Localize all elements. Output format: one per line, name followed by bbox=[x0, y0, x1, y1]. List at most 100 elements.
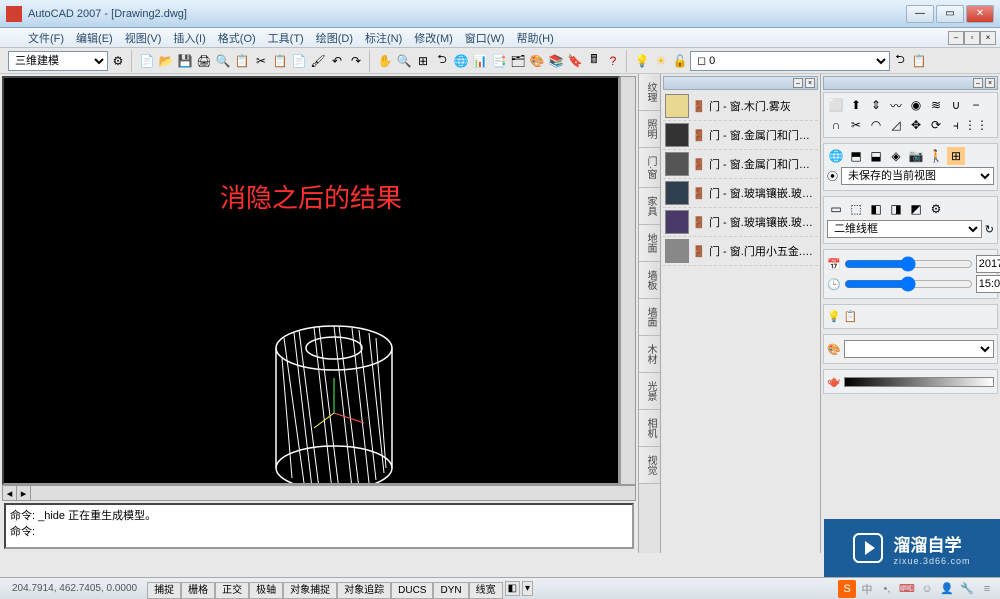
status-toggle-对象追踪[interactable]: 对象追踪 bbox=[337, 582, 391, 599]
status-toggle-捕捉[interactable]: 捕捉 bbox=[147, 582, 181, 599]
zoom-realtime-icon[interactable]: 🔍 bbox=[395, 52, 413, 70]
time-slider[interactable] bbox=[844, 277, 973, 291]
vs-refresh-icon[interactable]: ↻ bbox=[985, 223, 994, 236]
align-icon[interactable]: ⫞ bbox=[947, 116, 965, 134]
tool-palette-icon[interactable]: 🎨 bbox=[528, 52, 546, 70]
material-browser-icon[interactable]: 🎨 bbox=[827, 343, 841, 356]
side-tab-相机[interactable]: 相机 bbox=[639, 410, 660, 447]
publish-icon[interactable]: 📋 bbox=[233, 52, 251, 70]
dashboard-min-icon[interactable]: – bbox=[973, 78, 983, 88]
status-toggle-栅格[interactable]: 栅格 bbox=[181, 582, 215, 599]
bulb-icon[interactable]: 💡 bbox=[633, 52, 651, 70]
status-toggle-极轴[interactable]: 极轴 bbox=[249, 582, 283, 599]
slice-icon[interactable]: ✂ bbox=[847, 116, 865, 134]
camera-icon[interactable]: 📷 bbox=[907, 147, 925, 165]
array3d-icon[interactable]: ⋮⋮ bbox=[967, 116, 985, 134]
tray-sogou-icon[interactable]: S bbox=[838, 580, 856, 598]
menu-绘图(D)[interactable]: 绘图(D) bbox=[310, 31, 359, 47]
side-tab-门·窗[interactable]: 门·窗 bbox=[639, 148, 660, 188]
vs-3dwire-icon[interactable]: ⬚ bbox=[847, 200, 865, 218]
menu-标注(N)[interactable]: 标注(N) bbox=[359, 31, 408, 47]
lock-icon[interactable]: 🔓 bbox=[671, 52, 689, 70]
side-tab-光景[interactable]: 光景 bbox=[639, 373, 660, 410]
palette-close-icon[interactable]: × bbox=[805, 78, 815, 88]
redo-icon[interactable]: ↷ bbox=[347, 52, 365, 70]
light-type-icon[interactable]: 💡 bbox=[827, 310, 841, 323]
match-icon[interactable]: 🖌 bbox=[309, 52, 327, 70]
maximize-button[interactable]: ▭ bbox=[936, 5, 964, 23]
rotate3d-icon[interactable]: ⟳ bbox=[927, 116, 945, 134]
menu-插入(I)[interactable]: 插入(I) bbox=[167, 31, 211, 47]
pan-icon[interactable]: ✋ bbox=[376, 52, 394, 70]
box-icon[interactable]: ⬜ bbox=[827, 96, 845, 114]
annotation-scale-icon[interactable]: ▾ bbox=[522, 581, 533, 596]
cut-icon[interactable]: ✂ bbox=[252, 52, 270, 70]
move3d-icon[interactable]: ✥ bbox=[907, 116, 925, 134]
viewport-scrollbar-horizontal[interactable]: ◂ ▸ bbox=[2, 485, 636, 501]
zoom-window-icon[interactable]: ⊞ bbox=[414, 52, 432, 70]
dashboard-close-icon[interactable]: × bbox=[985, 78, 995, 88]
extrude-icon[interactable]: ⬆ bbox=[847, 96, 865, 114]
material-row[interactable]: 🚪门 - 窗.金属门和门框... bbox=[663, 150, 818, 179]
material-row[interactable]: 🚪门 - 窗.门用小五金.格... bbox=[663, 237, 818, 266]
side-tab-视觉[interactable]: 视觉 bbox=[639, 447, 660, 484]
material-row[interactable]: 🚪门 - 窗.玻璃镶嵌.玻璃... bbox=[663, 208, 818, 237]
view-top-icon[interactable]: ⬒ bbox=[847, 147, 865, 165]
time-input[interactable] bbox=[976, 275, 1000, 293]
view-front-icon[interactable]: ⬓ bbox=[867, 147, 885, 165]
tray-menu-icon[interactable]: ≡ bbox=[978, 580, 996, 598]
workspace-select[interactable]: 三维建模 bbox=[8, 51, 108, 71]
ucs-icon[interactable]: ⊞ bbox=[947, 147, 965, 165]
menu-窗口(W)[interactable]: 窗口(W) bbox=[459, 31, 511, 47]
menu-视图(V)[interactable]: 视图(V) bbox=[119, 31, 168, 47]
material-row[interactable]: 🚪门 - 窗.玻璃镶嵌.玻璃... bbox=[663, 179, 818, 208]
date-slider[interactable] bbox=[844, 257, 973, 271]
vs-conceptual-icon[interactable]: ◩ bbox=[907, 200, 925, 218]
command-line[interactable]: 命令: _hide 正在重生成模型。 命令: bbox=[4, 503, 634, 549]
workspace-settings-icon[interactable]: ⚙ bbox=[109, 52, 127, 70]
open-icon[interactable]: 📂 bbox=[157, 52, 175, 70]
orbit-icon[interactable]: 🌐 bbox=[452, 52, 470, 70]
menu-工具(T)[interactable]: 工具(T) bbox=[262, 31, 310, 47]
menu-修改(M)[interactable]: 修改(M) bbox=[408, 31, 459, 47]
side-tab-木材[interactable]: 木材 bbox=[639, 336, 660, 373]
dashboard-icon[interactable]: 📊 bbox=[471, 52, 489, 70]
viewport-scrollbar-vertical[interactable] bbox=[620, 76, 636, 485]
calc-icon[interactable]: 🖩 bbox=[585, 52, 603, 70]
zoom-prev-icon[interactable]: ⮌ bbox=[433, 52, 451, 70]
viewport[interactable]: 消隐之后的结果 bbox=[2, 76, 620, 485]
mdi-minimize[interactable]: – bbox=[948, 31, 964, 45]
menu-文件(F)[interactable]: 文件(F) bbox=[22, 31, 70, 47]
palette-min-icon[interactable]: – bbox=[793, 78, 803, 88]
undo-icon[interactable]: ↶ bbox=[328, 52, 346, 70]
revolve-icon[interactable]: ◉ bbox=[907, 96, 925, 114]
sheet-icon[interactable]: 📚 bbox=[547, 52, 565, 70]
markup-icon[interactable]: 🔖 bbox=[566, 52, 584, 70]
freeze-icon[interactable]: ☀ bbox=[652, 52, 670, 70]
view-iso-icon[interactable]: ◈ bbox=[887, 147, 905, 165]
menu-格式(O)[interactable]: 格式(O) bbox=[212, 31, 262, 47]
menu-帮助(H)[interactable]: 帮助(H) bbox=[511, 31, 560, 47]
status-toggle-DUCS[interactable]: DUCS bbox=[391, 582, 433, 599]
presspull-icon[interactable]: ⇕ bbox=[867, 96, 885, 114]
chamfer-icon[interactable]: ◿ bbox=[887, 116, 905, 134]
mdi-restore[interactable]: ▫ bbox=[964, 31, 980, 45]
copy-icon[interactable]: 📋 bbox=[271, 52, 289, 70]
minimize-button[interactable]: — bbox=[906, 5, 934, 23]
union-icon[interactable]: ∪ bbox=[947, 96, 965, 114]
paste-icon[interactable]: 📄 bbox=[290, 52, 308, 70]
status-toggle-正交[interactable]: 正交 bbox=[215, 582, 249, 599]
layer-states-icon[interactable]: 📋 bbox=[910, 52, 928, 70]
saved-view-select[interactable]: 未保存的当前视图 bbox=[841, 167, 994, 185]
vs-2dwire-icon[interactable]: ▭ bbox=[827, 200, 845, 218]
date-input[interactable] bbox=[976, 255, 1000, 273]
side-tab-家具[interactable]: 家具 bbox=[639, 188, 660, 225]
tray-settings-icon[interactable]: 🔧 bbox=[958, 580, 976, 598]
fillet-icon[interactable]: ◠ bbox=[867, 116, 885, 134]
layer-select[interactable]: ◻ 0 bbox=[690, 51, 890, 71]
tray-ime-zh-icon[interactable]: 中 bbox=[858, 580, 876, 598]
material-select[interactable] bbox=[844, 340, 994, 358]
layer-prev-icon[interactable]: ⮌ bbox=[891, 52, 909, 70]
light-list-icon[interactable]: 📋 bbox=[844, 310, 858, 323]
model-space-icon[interactable]: ◧ bbox=[505, 581, 520, 596]
